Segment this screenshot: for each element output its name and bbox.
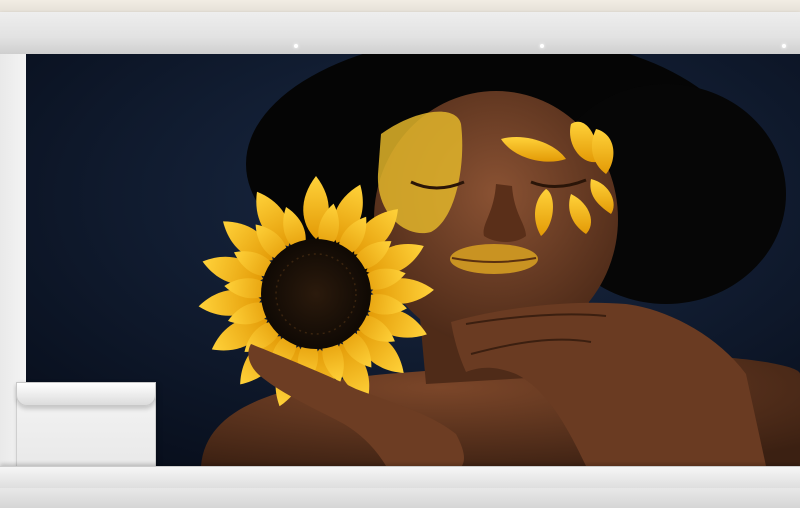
ceiling-spotlight — [294, 44, 298, 48]
ceiling — [0, 0, 800, 12]
wallpaper-roll-curl — [16, 382, 156, 406]
ceiling-spotlight — [540, 44, 544, 48]
ceiling-spotlight — [782, 44, 786, 48]
floor — [0, 488, 800, 508]
sunflower-center — [261, 239, 371, 349]
room-scene — [0, 0, 800, 508]
ceiling-cornice — [0, 12, 800, 55]
baseboard — [0, 466, 800, 489]
